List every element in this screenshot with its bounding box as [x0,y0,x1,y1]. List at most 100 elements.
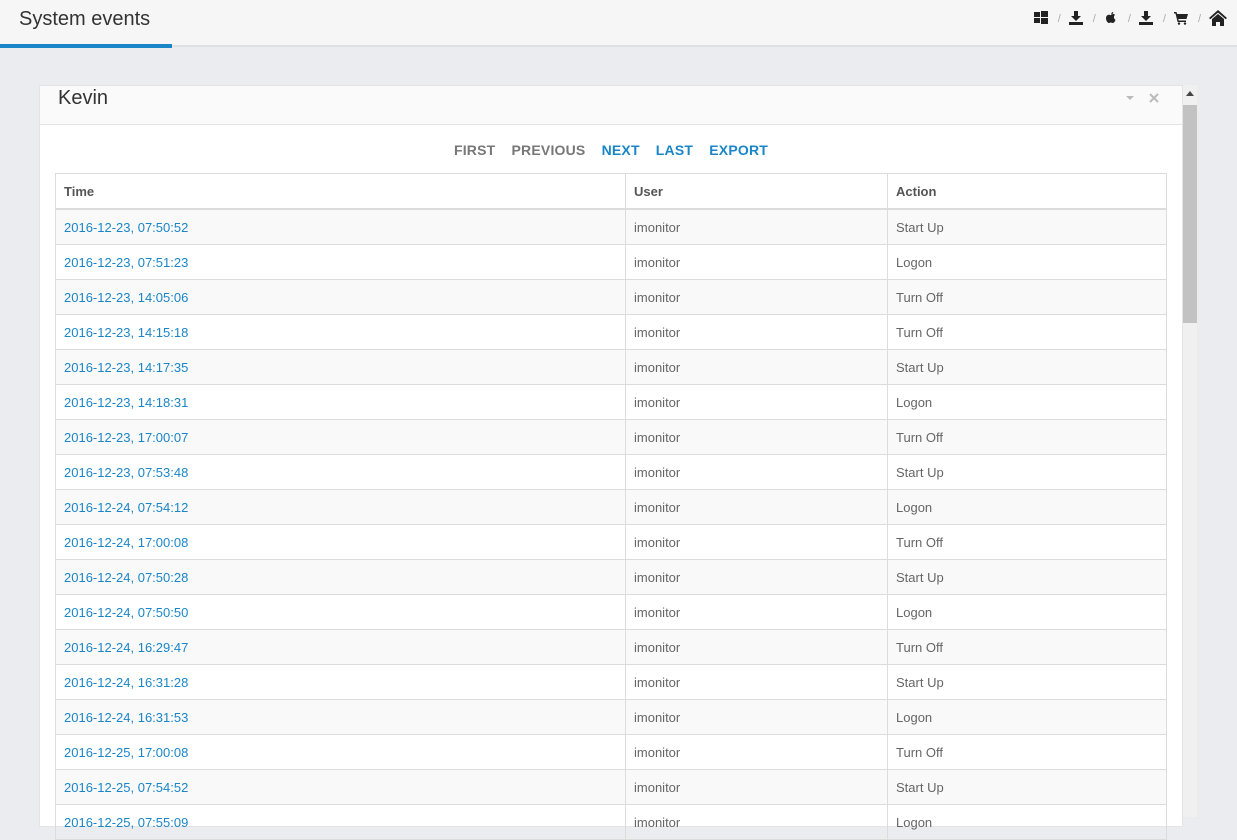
cell-user: imonitor [625,594,888,630]
scrollbar[interactable] [1183,85,1197,817]
column-header-user[interactable]: User [625,173,888,210]
next-page-button[interactable]: NEXT [602,142,640,158]
cell-user: imonitor [625,384,888,420]
close-icon[interactable] [1149,90,1159,108]
export-button[interactable]: EXPORT [709,142,768,158]
cell-user: imonitor [625,314,888,350]
scrollbar-thumb[interactable] [1183,105,1197,323]
top-bar: System events / / / / / [0,0,1237,48]
cell-user: imonitor [625,454,888,490]
cell-action: Turn Off [887,279,1167,315]
cell-user: imonitor [625,629,888,665]
cell-user: imonitor [625,769,888,805]
separator: / [1057,13,1061,25]
column-header-action[interactable]: Action [887,173,1167,210]
cell-user: imonitor [625,804,888,840]
table-row: 2016-12-24, 07:50:28 imonitor Start Up [55,559,1167,595]
separator: / [1197,13,1201,25]
cell-user: imonitor [625,559,888,595]
cell-user: imonitor [625,699,888,735]
cell-time[interactable]: 2016-12-25, 17:00:08 [55,734,626,770]
cell-action: Start Up [887,664,1167,700]
pagination: FIRST PREVIOUS NEXT LAST EXPORT [40,142,1182,158]
cell-user: imonitor [625,349,888,385]
page-title: System events [19,8,151,30]
table-header-row: Time User Action [55,173,1167,210]
cell-action: Logon [887,384,1167,420]
cell-time[interactable]: 2016-12-25, 07:54:52 [55,769,626,805]
table-row: 2016-12-24, 07:54:12 imonitor Logon [55,489,1167,525]
cell-action: Turn Off [887,734,1167,770]
previous-page-button[interactable]: PREVIOUS [512,142,586,158]
table-row: 2016-12-23, 14:05:06 imonitor Turn Off [55,279,1167,315]
table-body: 2016-12-23, 07:50:52 imonitor Start Up 2016… [55,208,1167,840]
table-row: 2016-12-25, 07:54:52 imonitor Start Up [55,769,1167,805]
cell-time[interactable]: 2016-12-23, 07:53:48 [55,454,626,490]
cell-action: Start Up [887,208,1167,245]
table-row: 2016-12-24, 16:29:47 imonitor Turn Off [55,629,1167,665]
cell-time[interactable]: 2016-12-23, 14:05:06 [55,279,626,315]
cart-icon[interactable] [1173,11,1190,27]
cell-user: imonitor [625,664,888,700]
download-icon[interactable] [1068,11,1085,27]
scroll-up-icon[interactable] [1186,91,1194,96]
table-row: 2016-12-23, 14:15:18 imonitor Turn Off [55,314,1167,350]
cell-time[interactable]: 2016-12-23, 07:51:23 [55,244,626,280]
table-row: 2016-12-23, 07:53:48 imonitor Start Up [55,454,1167,490]
top-icon-bar: / / / / / [1033,10,1227,28]
cell-time[interactable]: 2016-12-23, 17:00:07 [55,419,626,455]
cell-action: Turn Off [887,524,1167,560]
separator: / [1127,13,1131,25]
cell-time[interactable]: 2016-12-24, 07:50:28 [55,559,626,595]
table-row: 2016-12-24, 16:31:53 imonitor Logon [55,699,1167,735]
cell-action: Logon [887,489,1167,525]
cell-action: Turn Off [887,314,1167,350]
separator: / [1092,13,1096,25]
table-row: 2016-12-23, 14:17:35 imonitor Start Up [55,349,1167,385]
cell-user: imonitor [625,489,888,525]
windows-icon[interactable] [1033,11,1050,27]
table-row: 2016-12-23, 07:50:52 imonitor Start Up [55,208,1167,245]
table-row: 2016-12-23, 17:00:07 imonitor Turn Off [55,419,1167,455]
cell-user: imonitor [625,419,888,455]
cell-time[interactable]: 2016-12-24, 07:50:50 [55,594,626,630]
cell-time[interactable]: 2016-12-24, 07:54:12 [55,489,626,525]
cell-user: imonitor [625,244,888,280]
last-page-button[interactable]: LAST [656,142,693,158]
table-row: 2016-12-24, 16:31:28 imonitor Start Up [55,664,1167,700]
cell-action: Turn Off [887,629,1167,665]
cell-time[interactable]: 2016-12-24, 16:31:28 [55,664,626,700]
separator: / [1162,13,1166,25]
apple-icon[interactable] [1104,11,1120,27]
panel-header: Kevin [40,86,1182,125]
events-panel: Kevin FIRST PREVIOUS NEXT LAST EXPORT Ti… [39,85,1183,840]
table-row: 2016-12-24, 07:50:50 imonitor Logon [55,594,1167,630]
cell-time[interactable]: 2016-12-23, 14:18:31 [55,384,626,420]
cell-action: Start Up [887,349,1167,385]
cell-time[interactable]: 2016-12-24, 16:31:53 [55,699,626,735]
cell-time[interactable]: 2016-12-24, 17:00:08 [55,524,626,560]
collapse-icon[interactable] [1125,90,1135,108]
column-header-time[interactable]: Time [55,173,626,210]
home-icon[interactable] [1209,10,1227,28]
cell-user: imonitor [625,279,888,315]
first-page-button[interactable]: FIRST [454,142,495,158]
cell-user: imonitor [625,524,888,560]
cell-action: Start Up [887,454,1167,490]
cell-user: imonitor [625,208,888,245]
cell-time[interactable]: 2016-12-23, 07:50:52 [55,208,626,245]
active-tab-indicator [0,44,172,48]
cell-time[interactable]: 2016-12-23, 14:17:35 [55,349,626,385]
table-row: 2016-12-25, 07:55:09 imonitor Logon [55,804,1167,840]
table-row: 2016-12-25, 17:00:08 imonitor Turn Off [55,734,1167,770]
cell-action: Logon [887,699,1167,735]
cell-time[interactable]: 2016-12-25, 07:55:09 [55,804,626,840]
cell-action: Start Up [887,769,1167,805]
events-table: Time User Action 2016-12-23, 07:50:52 imo… [55,173,1167,840]
cell-user: imonitor [625,734,888,770]
cell-time[interactable]: 2016-12-24, 16:29:47 [55,629,626,665]
cell-time[interactable]: 2016-12-23, 14:15:18 [55,314,626,350]
download-icon[interactable] [1138,11,1155,27]
table-row: 2016-12-23, 14:18:31 imonitor Logon [55,384,1167,420]
cell-action: Logon [887,244,1167,280]
